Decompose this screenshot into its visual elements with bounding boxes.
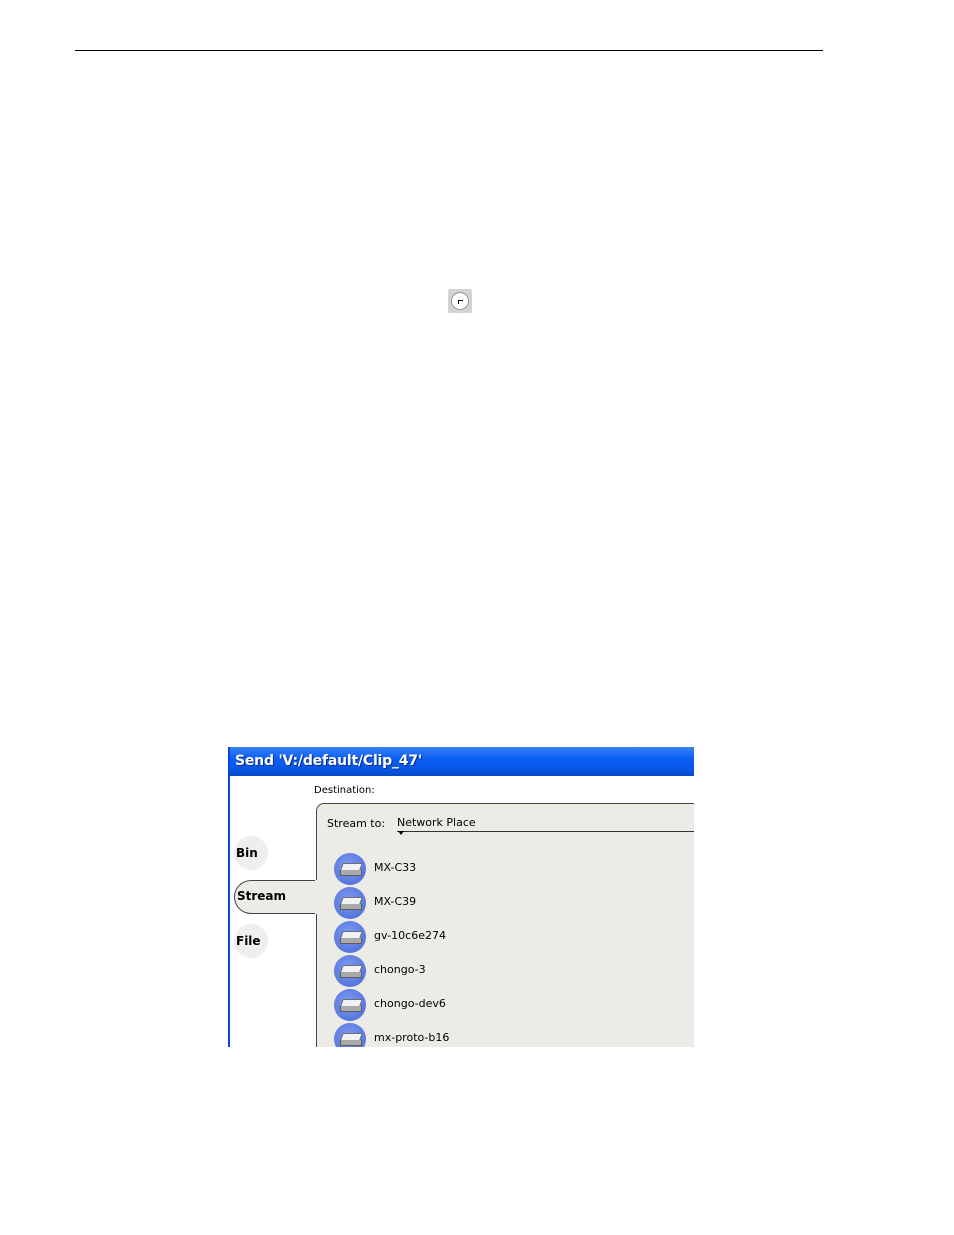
destination-name: mx-proto-b16 (374, 1031, 450, 1044)
destination-name: chongo-dev6 (374, 997, 446, 1010)
list-item[interactable]: MX-C39 (334, 887, 634, 919)
list-item[interactable]: chongo-3 (334, 955, 634, 987)
network-disk-icon (334, 887, 366, 919)
tab-stream-joint (315, 880, 318, 914)
dialog-title: Send 'V:/default/Clip_47' (235, 753, 422, 769)
destination-label: Destination: (314, 785, 375, 796)
destination-name: MX-C33 (374, 861, 417, 874)
clock-icon-face (451, 292, 469, 310)
list-item[interactable]: MX-C33 (334, 853, 634, 885)
list-item[interactable]: chongo-dev6 (334, 989, 634, 1021)
clock-icon (448, 289, 472, 313)
network-disk-icon (334, 989, 366, 1021)
destination-name: gv-10c6e274 (374, 929, 446, 942)
tab-stream[interactable]: Stream (234, 880, 318, 914)
stream-to-dropdown[interactable]: Network Place (397, 816, 694, 835)
tab-file[interactable]: File (236, 934, 261, 948)
header-rule (75, 50, 823, 51)
network-disk-icon (334, 955, 366, 987)
network-disk-icon (334, 921, 366, 953)
send-dialog: Send 'V:/default/Clip_47' Destination: B… (228, 747, 694, 1047)
destination-name: MX-C39 (374, 895, 417, 908)
dropdown-arrow-icon[interactable] (398, 831, 404, 835)
list-item[interactable]: mx-proto-b16 (334, 1023, 634, 1047)
network-disk-icon (334, 853, 366, 885)
stream-to-label: Stream to: (327, 817, 386, 830)
network-disk-icon (334, 1023, 366, 1047)
list-item[interactable]: gv-10c6e274 (334, 921, 634, 953)
destination-name: chongo-3 (374, 963, 426, 976)
tab-stream-label: Stream (237, 889, 287, 903)
dialog-title-bar[interactable]: Send 'V:/default/Clip_47' (230, 747, 694, 776)
stream-to-selected-value: Network Place (397, 816, 476, 829)
tab-bin[interactable]: Bin (236, 846, 258, 860)
